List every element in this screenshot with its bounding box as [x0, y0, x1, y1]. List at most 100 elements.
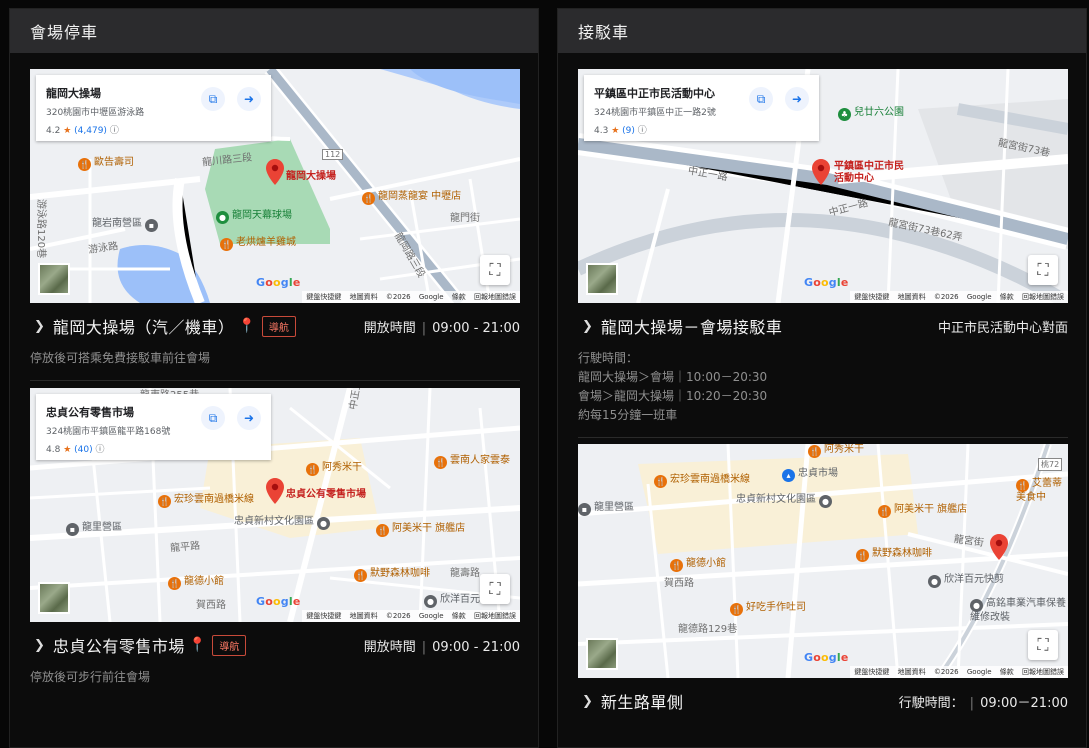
poi-label[interactable]: ● 龍岡天幕球場 — [216, 206, 292, 224]
pickup-location: 中正市民活動中心對面 — [937, 320, 1068, 336]
poi-label[interactable]: 🍴 阿秀米干 — [808, 444, 864, 458]
open-in-maps-icon[interactable]: ⧉ — [201, 406, 225, 430]
map-attribution[interactable]: 鍵盤快捷鍵 地圖資料 ©2026 Google 條款 回報地圖錯誤 — [850, 666, 1068, 678]
map-zhongzheng-center[interactable]: 中正一路 中正一路 龍宮街73巷62弄 龍宮街73巷 ♣ 兒廿六公園 平鎮區中正市… — [578, 69, 1068, 303]
poi-label[interactable]: 🍴 阿秀米干 — [306, 458, 362, 476]
navigate-button[interactable]: 導航 — [261, 315, 296, 337]
schedule-line: 行駛時間： — [578, 351, 639, 365]
fullscreen-icon[interactable]: ⛶ — [480, 255, 510, 285]
card-title-row[interactable]: ❯ 新生路單側 行駛時間： | 09:00－21:00 — [578, 678, 1068, 724]
fullscreen-icon[interactable]: ⛶ — [1028, 630, 1058, 660]
road-label: 龍平路 — [169, 540, 201, 555]
directions-icon[interactable]: ➜ — [237, 406, 261, 430]
map-pin-icon[interactable] — [812, 159, 830, 185]
info-icon[interactable]: ⓘ — [96, 445, 105, 455]
poi-label[interactable]: 🍴 艾蕾蒂美食中 — [1016, 478, 1066, 504]
poi-label[interactable]: 🍴 默野森林咖啡 — [354, 564, 430, 582]
review-count-link[interactable]: (40) — [74, 445, 92, 455]
map-attribution[interactable]: 鍵盤快捷鍵 地圖資料 ©2026 Google 條款 回報地圖錯誤 — [302, 610, 520, 622]
road-label: 游泳路120巷 — [35, 199, 46, 259]
poi-label[interactable]: 🍴 阿美米干 旗艦店 — [376, 519, 465, 537]
card-description: 停放後可步行前往會場 — [30, 670, 151, 684]
card-description: 停放後可搭乘免費接駁車前往會場 — [30, 351, 211, 365]
poi-label[interactable]: ▴ 忠貞市場 — [782, 464, 838, 482]
road-label: 龍壽路 — [450, 568, 480, 579]
review-count-link[interactable]: (4,479) — [74, 126, 107, 136]
poi-label[interactable]: 🍴 龍岡蒸龍宴 中壢店 — [362, 187, 461, 205]
poi-label[interactable]: 🍴 默野森林咖啡 — [856, 544, 932, 562]
museum-icon: ● — [317, 517, 330, 530]
card-title: 新生路單側 — [600, 693, 684, 712]
poi-label[interactable]: 🍴 宏珍雲南過橋米線 — [654, 470, 750, 488]
satellite-toggle[interactable] — [586, 263, 618, 295]
restaurant-icon: 🍴 — [856, 549, 869, 562]
poi-label[interactable]: 🍴 雲南人家雲泰 — [434, 451, 510, 469]
location-pin-icon: 📍 — [238, 318, 256, 334]
map-longgang[interactable]: 112 龍川路三段 游泳路120巷 游泳路 龍門街 龍岡路三段 🍴 歐告壽司 ● 龍… — [30, 69, 520, 303]
info-icon[interactable]: ⓘ — [638, 126, 647, 136]
directions-icon[interactable]: ➜ — [785, 87, 809, 111]
poi-label[interactable]: 🍴 阿美米干 旗艦店 — [878, 500, 967, 518]
poi-label[interactable]: ● 高銘車業汽車保養維修改裝 — [970, 598, 1066, 624]
place-info-card: 龍岡大操場 320桃園市中壢區游泳路 4.2 ★ (4,479) ⓘ ⧉ ➜ — [36, 75, 271, 141]
fullscreen-icon[interactable]: ⛶ — [1028, 255, 1058, 285]
navigate-button[interactable]: 導航 — [212, 634, 247, 656]
directions-icon[interactable]: ➜ — [237, 87, 261, 111]
map-pin-icon[interactable] — [266, 478, 284, 504]
map-pin-icon[interactable] — [990, 534, 1008, 560]
museum-icon: ● — [819, 495, 832, 508]
card-title-row[interactable]: ❯ 龍岡大操場（汽／機車） 📍 導航 開放時間 | 09:00 - 21:00 — [30, 303, 520, 349]
star-icon: ★ — [611, 126, 620, 136]
google-logo: Google — [804, 651, 849, 664]
poi-label[interactable]: 🍴 龍德小館 — [168, 572, 224, 590]
place-info-card: 平鎮區中正市民活動中心 324桃園市平鎮區中正一路2號 4.3 ★ (9) ⓘ … — [584, 75, 819, 141]
shop-icon: ● — [424, 595, 437, 608]
poi-label[interactable]: 🍴 歐告壽司 — [78, 153, 134, 171]
open-in-maps-icon[interactable]: ⧉ — [201, 87, 225, 111]
map-xinsheng-road[interactable]: 桃72 龍宮街 賀西路 龍德路129巷 🍴 阿秀米干 🍴 宏珍雲南過橋米線 ▴ 忠貞市… — [578, 444, 1068, 678]
restaurant-icon: 🍴 — [878, 505, 891, 518]
place-address: 324桃園市平鎮區龍平路168號 — [46, 427, 171, 437]
restaurant-icon: 🍴 — [376, 524, 389, 537]
card-title-row[interactable]: ❯ 忠貞公有零售市場 📍 導航 開放時間 | 09:00 - 21:00 — [30, 622, 520, 668]
poi-label[interactable]: 🍴 龍德小館 — [670, 554, 726, 572]
map-pin-icon[interactable] — [266, 159, 284, 185]
map-zhongzhen[interactable]: 龍東路255巷 中正五路 龍平路 賀西路 龍壽路 🍴阿秀米干 🍴雲南人家雲泰 🍴… — [30, 388, 520, 622]
poi-label[interactable]: ▪ 龍里營區 — [578, 498, 634, 516]
chevron-right-icon: ❯ — [582, 693, 593, 709]
poi-label[interactable]: 忠貞新村文化園區 ● — [234, 512, 333, 530]
poi-label[interactable]: 🍴 宏珍雲南過橋米線 — [158, 490, 254, 508]
restaurant-icon: 🍴 — [220, 238, 233, 251]
poi-label[interactable]: 忠貞新村文化園區 ● — [736, 490, 835, 508]
restaurant-icon: 🍴 — [670, 559, 683, 572]
restaurant-icon: 🍴 — [1016, 479, 1029, 492]
map-attribution[interactable]: 鍵盤快捷鍵 地圖資料 ©2026 Google 條款 回報地圖錯誤 — [850, 291, 1068, 303]
poi-label[interactable]: ● 欣洋百元快剪 — [928, 570, 1004, 588]
poi-label[interactable]: 龍岩南營區 ▪ — [92, 214, 161, 232]
restaurant-icon: 🍴 — [78, 158, 91, 171]
place-address: 320桃園市中壢區游泳路 — [46, 108, 145, 118]
place-info-card: 忠貞公有零售市場 324桃園市平鎮區龍平路168號 4.8 ★ (40) ⓘ ⧉… — [36, 394, 271, 460]
open-in-maps-icon[interactable]: ⧉ — [749, 87, 773, 111]
star-icon: ★ — [63, 126, 72, 136]
chevron-right-icon: ❯ — [34, 318, 45, 334]
poi-label[interactable]: ▪ 龍里營區 — [66, 518, 122, 536]
satellite-toggle[interactable] — [38, 582, 70, 614]
card-title-row[interactable]: ❯ 龍岡大操場－會場接駁車 中正市民活動中心對面 — [578, 303, 1068, 349]
satellite-toggle[interactable] — [38, 263, 70, 295]
poi-label[interactable]: ● 欣洋百元 — [424, 590, 480, 608]
poi-label[interactable]: 🍴 老烘爐羊雞城 — [220, 233, 296, 251]
poi-label[interactable]: ♣ 兒廿六公園 — [838, 103, 904, 121]
review-count-link[interactable]: (9) — [622, 126, 635, 136]
fullscreen-icon[interactable]: ⛶ — [480, 574, 510, 604]
star-icon: ★ — [63, 445, 72, 455]
pin-label: 龍岡大操場 — [286, 171, 336, 182]
place-name: 忠貞公有零售市場 — [46, 406, 134, 419]
opening-hours: 開放時間 | 09:00 - 21:00 — [363, 639, 520, 655]
place-rating: 4.3 ★ (9) ⓘ — [594, 126, 647, 136]
info-icon[interactable]: ⓘ — [110, 126, 119, 136]
poi-label[interactable]: 🍴 好吃手作吐司 — [730, 598, 806, 616]
satellite-toggle[interactable] — [586, 638, 618, 670]
map-attribution[interactable]: 鍵盤快捷鍵 地圖資料 ©2026 Google 條款 回報地圖錯誤 — [302, 291, 520, 303]
chevron-right-icon: ❯ — [34, 637, 45, 653]
